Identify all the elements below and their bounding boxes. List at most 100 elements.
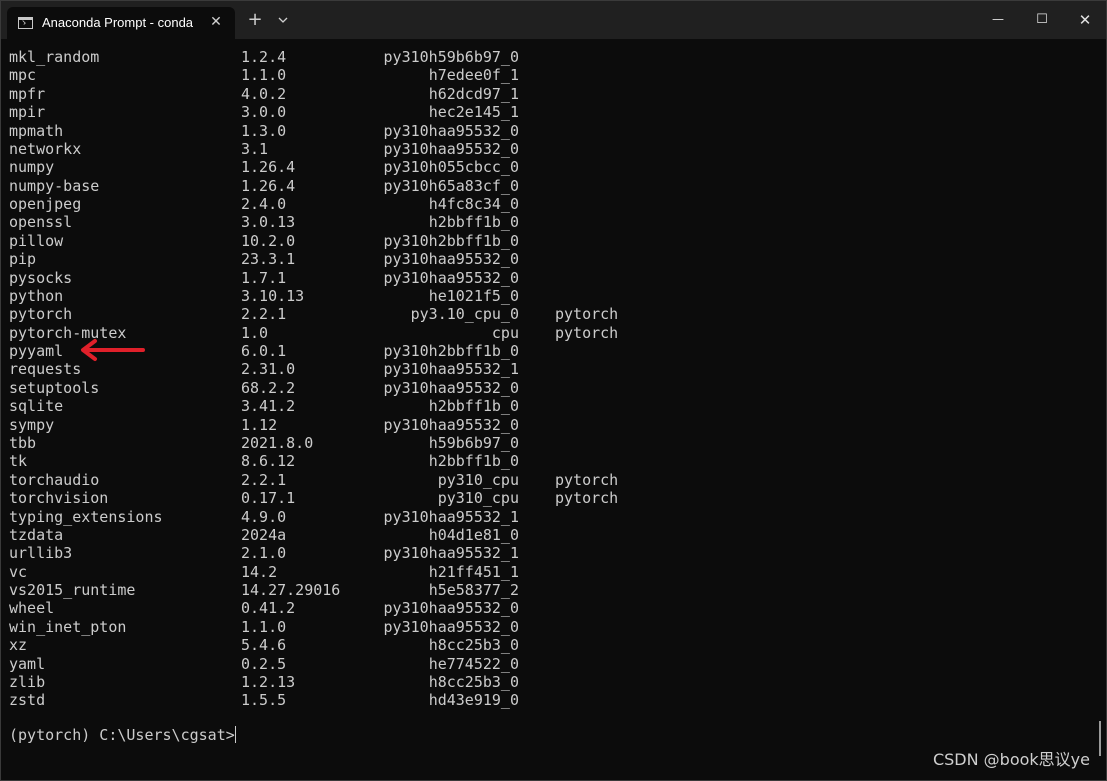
package-build: hd43e919_0 [428,691,519,710]
package-build: py310h2bbff1b_0 [383,342,519,361]
package-row: tk 8.6.12 h2bbff1b_0 [1,452,701,470]
package-name: win_inet_pton [9,617,127,636]
package-name: tk [9,452,28,471]
package-version: 1.1.0 [241,617,287,636]
package-name: requests [9,360,82,379]
package-version: 3.10.13 [241,286,305,305]
package-name: xz [9,636,28,655]
package-name: typing_extensions [9,507,163,526]
package-build: h04d1e81_0 [428,525,519,544]
package-build: py310haa95532_1 [383,544,519,563]
package-version: 1.2.13 [241,672,296,691]
package-build: py310haa95532_0 [383,139,519,158]
prompt-text: (pytorch) C:\Users\cgsat> [9,726,235,744]
new-tab-button[interactable]: + [245,10,265,30]
package-name: vs2015_runtime [9,581,136,600]
package-row: pip 23.3.1 py310haa95532_0 [1,250,701,268]
package-version: 1.1.0 [241,66,287,85]
tab-anaconda-prompt[interactable]: Anaconda Prompt - conda ✕ [7,7,235,39]
package-build: py310haa95532_0 [383,268,519,287]
package-name: zstd [9,691,46,710]
package-name: mpmath [9,121,64,140]
package-version: 2.1.0 [241,544,287,563]
package-version: 3.1 [241,139,269,158]
maximize-button[interactable]: ☐ [1030,9,1054,31]
package-build: he774522_0 [428,654,519,673]
command-prompt[interactable]: (pytorch) C:\Users\cgsat> [9,726,236,744]
package-row: openjpeg 2.4.0 h4fc8c34_0 [1,195,701,213]
package-row: mpmath 1.3.0 py310haa95532_0 [1,122,701,140]
package-version: 5.4.6 [241,636,287,655]
package-row: openssl 3.0.13 h2bbff1b_0 [1,213,701,231]
package-version: 1.26.4 [241,158,296,177]
close-window-button[interactable]: ✕ [1073,9,1097,31]
tab-title: Anaconda Prompt - conda [42,15,194,30]
package-row: tzdata 2024a h04d1e81_0 [1,526,701,544]
package-row: yaml 0.2.5 he774522_0 [1,655,701,673]
package-name: mkl_random [9,48,100,66]
package-name: tzdata [9,525,64,544]
package-name: zlib [9,672,46,691]
package-build: h62dcd97_1 [428,84,519,103]
package-name: pyyaml [9,342,64,361]
package-build: py310haa95532_0 [383,599,519,618]
close-tab-icon[interactable]: ✕ [207,13,225,31]
package-version: 1.0 [241,323,269,342]
package-name: yaml [9,654,46,673]
package-name: torchaudio [9,470,100,489]
package-row: pillow 10.2.0 py310h2bbff1b_0 [1,232,701,250]
package-row: sqlite 3.41.2 h2bbff1b_0 [1,397,701,415]
package-build: py310h055cbcc_0 [383,158,519,177]
package-row: mpfr 4.0.2 h62dcd97_1 [1,85,701,103]
package-name: pytorch [9,305,73,324]
text-cursor [234,726,236,743]
package-row: pytorch-mutex 1.0 cpu pytorch [1,324,701,342]
package-name: networkx [9,139,82,158]
package-row: setuptools 68.2.2 py310haa95532_0 [1,379,701,397]
package-row: numpy-base 1.26.4 py310h65a83cf_0 [1,177,701,195]
package-version: 6.0.1 [241,342,287,361]
package-row: mkl_random 1.2.4 py310h59b6b97_0 [1,48,701,66]
package-row: sympy 1.12 py310haa95532_0 [1,416,701,434]
package-build: py3.10_cpu_0 [410,305,519,324]
minimize-button[interactable]: — [986,9,1010,31]
package-version: 14.27.29016 [241,581,341,600]
terminal-output[interactable]: (pytorch) C:\Users\cgsat> mkl_random 1.2.… [1,39,1091,780]
package-version: 68.2.2 [241,378,296,397]
package-build: h2bbff1b_0 [428,213,519,232]
package-build: hec2e145_1 [428,103,519,122]
package-row: mpc 1.1.0 h7edee0f_1 [1,66,701,84]
package-name: numpy-base [9,176,100,195]
package-version: 14.2 [241,562,278,581]
package-version: 2021.8.0 [241,433,314,452]
package-build: he1021f5_0 [428,286,519,305]
package-name: numpy [9,158,55,177]
package-row: xz 5.4.6 h8cc25b3_0 [1,636,701,654]
package-build: py310_cpu [437,489,519,508]
package-name: python [9,286,64,305]
watermark: CSDN @book思议ye [932,750,1090,769]
package-name: openssl [9,213,73,232]
package-name: vc [9,562,28,581]
package-version: 3.41.2 [241,397,296,416]
package-version: 3.0.13 [241,213,296,232]
scrollbar[interactable] [1099,721,1101,756]
package-build: py310haa95532_0 [383,121,519,140]
package-version: 0.2.5 [241,654,287,673]
package-build: h21ff451_1 [428,562,519,581]
package-version: 4.0.2 [241,84,287,103]
package-version: 10.2.0 [241,231,296,250]
package-row: wheel 0.41.2 py310haa95532_0 [1,599,701,617]
package-version: 1.3.0 [241,121,287,140]
package-row: urllib3 2.1.0 py310haa95532_1 [1,544,701,562]
package-name: setuptools [9,378,100,397]
package-name: sympy [9,415,55,434]
package-name: pillow [9,231,64,250]
package-version: 2.4.0 [241,195,287,214]
package-version: 1.12 [241,415,278,434]
package-build: h59b6b97_0 [428,433,519,452]
package-name: wheel [9,599,55,618]
package-version: 3.0.0 [241,103,287,122]
chevron-down-icon[interactable] [275,12,291,28]
package-row: numpy 1.26.4 py310h055cbcc_0 [1,158,701,176]
